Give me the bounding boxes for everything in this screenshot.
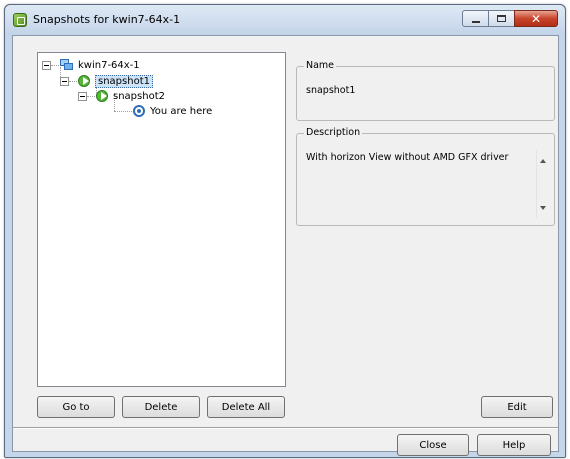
name-legend: Name [304, 60, 337, 71]
go-to-button[interactable]: Go to [37, 396, 115, 418]
maximize-icon [497, 15, 506, 22]
tree-connector [51, 65, 59, 66]
name-group: Name snapshot1 [296, 60, 555, 121]
collapse-snapshot2-icon[interactable] [78, 92, 87, 101]
snapshot-icon [78, 74, 92, 88]
close-button[interactable]: Close [397, 434, 469, 456]
close-window-button[interactable]: ✕ [514, 10, 558, 27]
divider [13, 427, 558, 429]
tree-item-current-label: You are here [150, 105, 213, 117]
delete-all-button[interactable]: Delete All [207, 396, 285, 418]
dialog-client-area: kwin7-64x-1 snapshot1 snapshot2 You are … [12, 35, 559, 456]
tree-connector [87, 96, 95, 97]
delete-button[interactable]: Delete [122, 396, 200, 418]
snapshot-name-value: snapshot1 [306, 85, 356, 96]
scroll-up-icon[interactable] [540, 159, 546, 163]
edit-button[interactable]: Edit [481, 396, 553, 418]
maximize-button[interactable] [488, 10, 514, 27]
virtual-machine-icon [60, 59, 74, 71]
collapse-snapshot1-icon[interactable] [60, 77, 69, 86]
tree-item-snapshot2[interactable]: snapshot2 [96, 89, 165, 103]
tree-item-snapshot2-label: snapshot2 [113, 90, 165, 102]
current-state-icon [133, 105, 145, 117]
title-bar[interactable]: Snapshots for kwin7-64x-1 ✕ [5, 5, 565, 35]
tree-item-root-label: kwin7-64x-1 [78, 59, 140, 71]
tree-connector [114, 111, 132, 112]
window-controls: ✕ [462, 10, 558, 28]
scroll-down-icon[interactable] [540, 206, 546, 210]
close-icon: ✕ [530, 11, 542, 26]
tree-item-snapshot1-label: snapshot1 [95, 74, 153, 88]
tree-item-current-state[interactable]: You are here [133, 104, 212, 118]
description-legend: Description [304, 127, 363, 138]
snapshot-icon [96, 89, 110, 103]
tree-item-snapshot1[interactable]: snapshot1 [78, 74, 153, 88]
window-title: Snapshots for kwin7-64x-1 [33, 13, 181, 26]
snapshot-description-value: With horizon View without AMD GFX driver [306, 152, 509, 163]
minimize-icon [471, 20, 480, 23]
snapshot-tree[interactable]: kwin7-64x-1 snapshot1 snapshot2 You are … [37, 52, 286, 387]
collapse-root-icon[interactable] [42, 61, 51, 70]
snapshot-manager-window: Snapshots for kwin7-64x-1 ✕ kwin7-64x-1 [4, 4, 566, 458]
snapshot-manager-icon [13, 13, 27, 27]
help-button[interactable]: Help [477, 434, 551, 456]
tree-item-root[interactable]: kwin7-64x-1 [60, 58, 140, 72]
description-group: Description With horizon View without AM… [296, 127, 555, 226]
tree-connector [69, 81, 77, 82]
minimize-button[interactable] [462, 10, 488, 27]
